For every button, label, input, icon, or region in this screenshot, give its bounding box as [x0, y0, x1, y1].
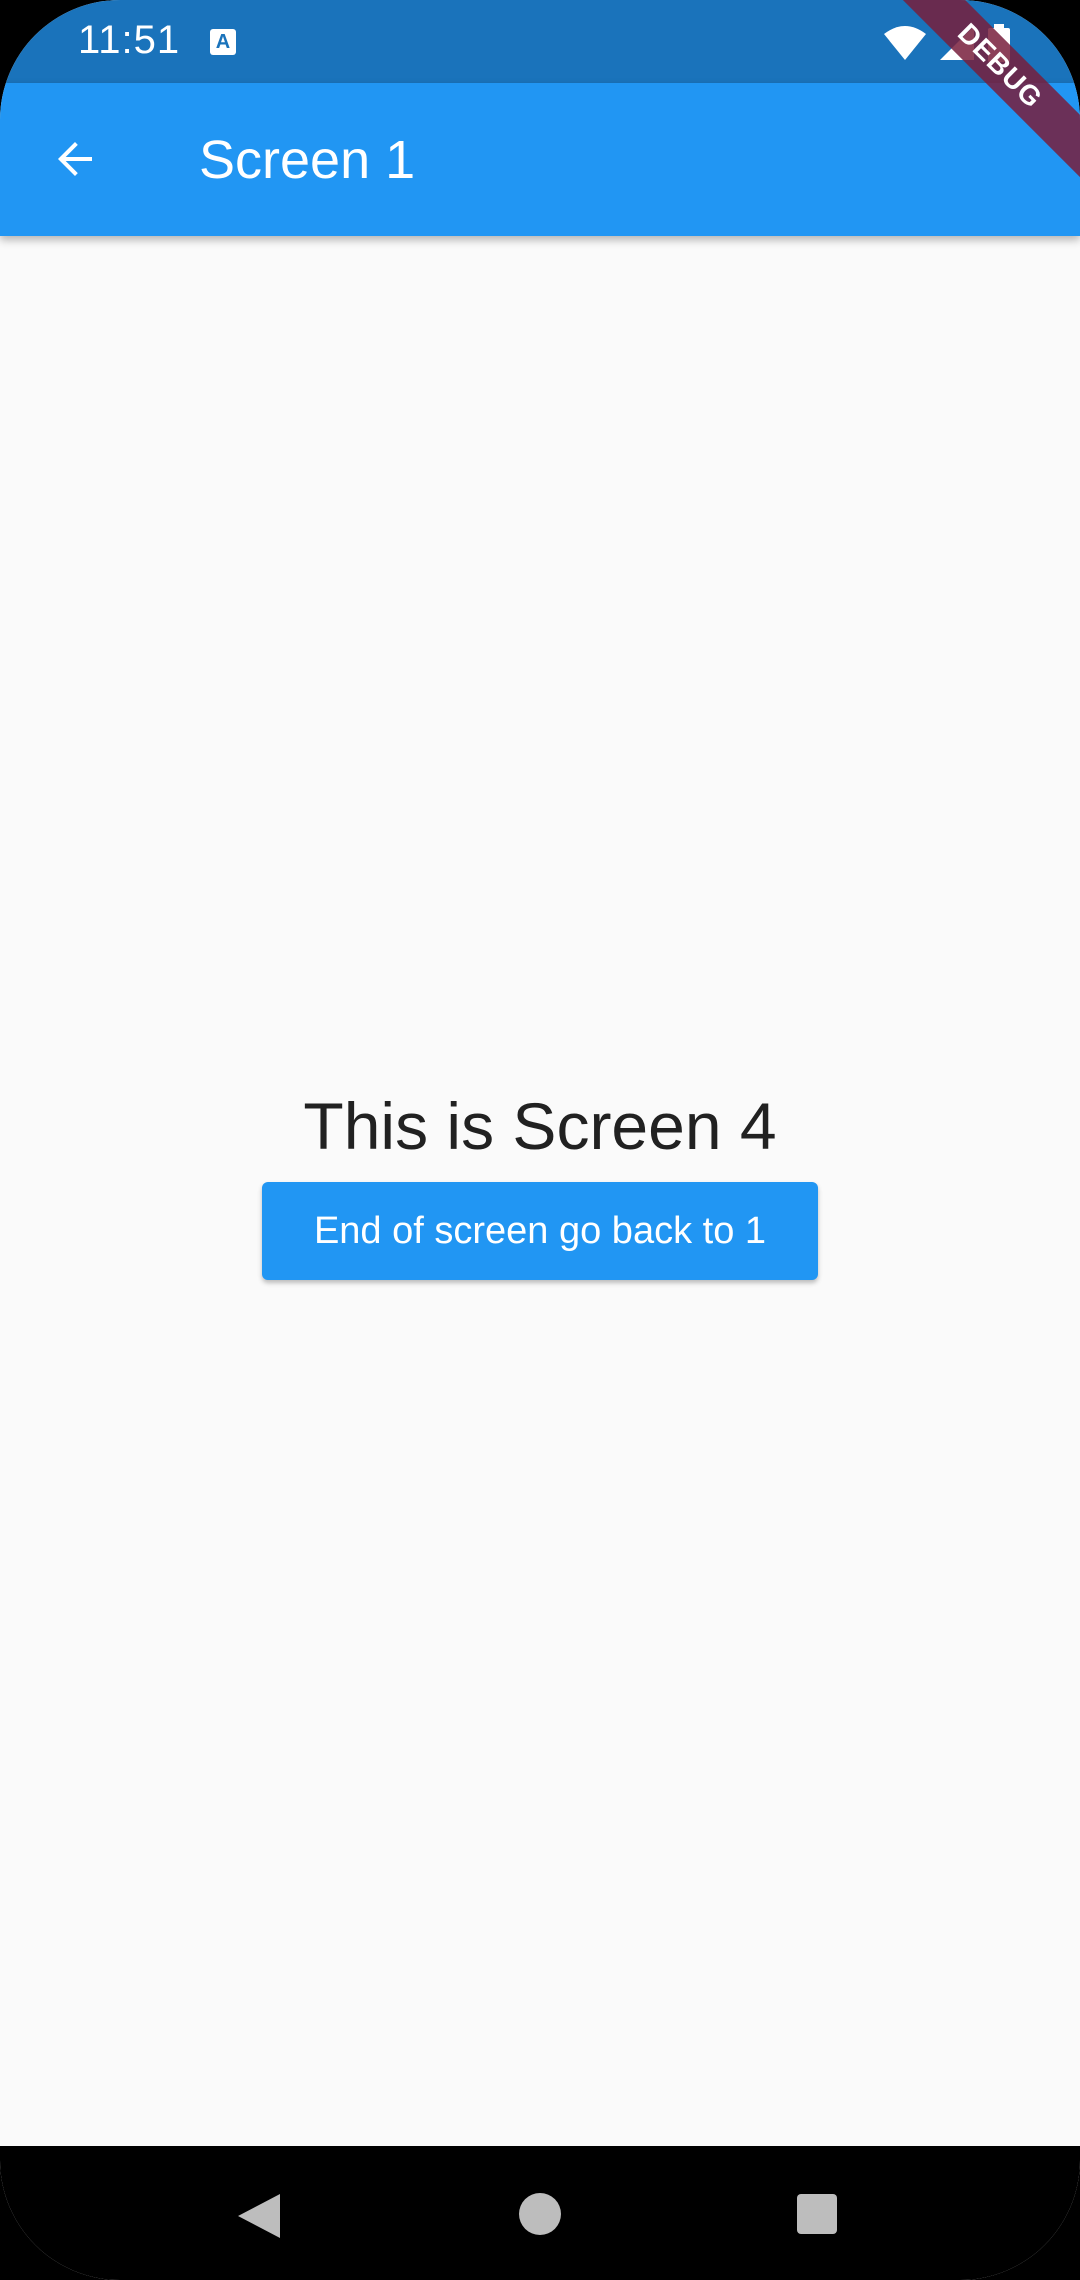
notification-letter: A [215, 31, 231, 53]
back-button[interactable] [40, 123, 112, 195]
app-bar-title: Screen 1 [199, 130, 416, 190]
status-icons [884, 24, 1010, 62]
recents-square-icon[interactable] [797, 2194, 837, 2234]
system-nav-bar [0, 2146, 1080, 2280]
status-time: 11:51 [78, 18, 181, 62]
screen-heading: This is Screen 4 [303, 1089, 777, 1163]
wifi-icon [884, 26, 926, 60]
accessibility-notification-icon: A [210, 29, 236, 55]
main-content: This is Screen 4 End of screen go back t… [0, 236, 1080, 2146]
status-bar: 11:51 A [0, 0, 1080, 83]
arrow-left-icon [58, 142, 92, 176]
home-circle-icon[interactable] [519, 2193, 561, 2235]
go-back-to-1-button[interactable]: End of screen go back to 1 [262, 1182, 818, 1280]
phone-screen: 11:51 A Screen 1 DEBUG This is Screen 4 … [0, 0, 1080, 2280]
back-triangle-icon[interactable] [238, 2194, 280, 2238]
cell-signal-icon [940, 26, 974, 60]
battery-icon [988, 24, 1010, 62]
app-bar: Screen 1 [0, 83, 1080, 236]
